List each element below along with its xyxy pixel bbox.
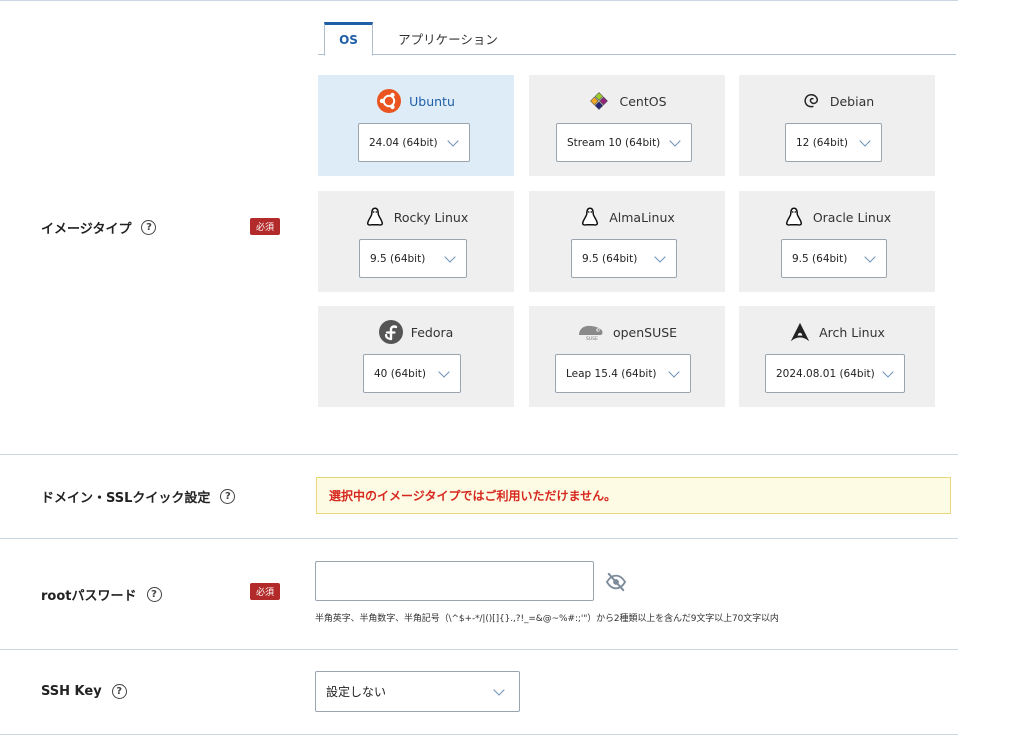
question-circle-icon[interactable]: ? [141,220,157,235]
os-name: Rocky Linux [393,209,469,225]
ssh-key-label: SSH Key ? [41,684,127,699]
os-name: Oracle Linux [812,209,892,225]
divider [0,734,958,735]
os-card-oracle-linux[interactable]: Oracle Linux 9.5 (64bit) [739,191,935,292]
domain-ssl-label: ドメイン・SSLクイック設定 ? [41,487,236,506]
chevron-down-icon [668,366,680,378]
password-hint: 半角英字、半角数字、半角記号（\^$+-*/|()[]{}.,?!_=&@~%#… [315,614,779,624]
arch-logo-icon [790,322,810,342]
fedora-logo-icon [378,320,403,344]
opensuse-logo-icon: SUSE [578,325,603,341]
version-select[interactable]: 2024.08.01 (64bit) [765,354,905,393]
root-password-label: rootパスワード ? [41,585,162,604]
chevron-down-icon [447,135,459,147]
os-card-arch-linux[interactable]: Arch Linux 2024.08.01 (64bit) [739,306,935,407]
os-card-opensuse[interactable]: SUSE openSUSE Leap 15.4 (64bit) [529,306,725,407]
chevron-down-icon [882,366,894,378]
question-circle-icon[interactable]: ? [146,587,162,602]
eye-off-icon[interactable] [605,572,627,592]
chevron-down-icon [669,135,681,147]
question-circle-icon[interactable]: ? [111,684,127,699]
chevron-down-icon [859,135,871,147]
os-card-debian[interactable]: Debian 12 (64bit) [739,75,935,176]
version-select[interactable]: Stream 10 (64bit) [556,123,692,162]
version-select[interactable]: 24.04 (64bit) [358,123,470,162]
os-name: AlmaLinux [609,209,675,225]
os-name: Ubuntu [409,93,455,109]
ssh-key-select[interactable]: 設定しない [315,671,520,712]
unavailable-notice: 選択中のイメージタイプではご利用いただけません。 [316,477,951,514]
image-tabs: OS アプリケーション [318,22,956,56]
os-card-centos[interactable]: CentOS Stream 10 (64bit) [529,75,725,176]
chevron-down-icon [493,684,505,696]
required-badge: 必須 [250,583,280,600]
question-circle-icon[interactable]: ? [220,489,236,504]
version-select[interactable]: 12 (64bit) [785,123,882,162]
chevron-down-icon [438,366,450,378]
chevron-down-icon [444,251,456,263]
version-select[interactable]: 9.5 (64bit) [781,239,887,278]
os-name: openSUSE [612,324,678,340]
centos-logo-icon [590,92,609,110]
os-name: Arch Linux [819,324,885,340]
divider [0,454,958,455]
os-name: Fedora [410,324,454,340]
svg-text:SUSE: SUSE [586,336,598,341]
chevron-down-icon [864,251,876,263]
version-select[interactable]: Leap 15.4 (64bit) [555,354,691,393]
os-name: Debian [829,93,875,109]
divider [0,538,958,539]
debian-logo-icon [804,94,818,108]
linux-penguin-icon [582,207,599,226]
os-card-rocky-linux[interactable]: Rocky Linux 9.5 (64bit) [318,191,514,292]
root-password-input[interactable] [315,561,594,601]
version-select[interactable]: 9.5 (64bit) [571,239,677,278]
ubuntu-logo-icon [377,89,402,113]
os-card-fedora[interactable]: Fedora 40 (64bit) [318,306,514,407]
divider [0,0,958,1]
version-select[interactable]: 40 (64bit) [363,354,461,393]
os-card-ubuntu[interactable]: Ubuntu 24.04 (64bit) [318,75,514,176]
tab-os[interactable]: OS [324,22,373,56]
linux-penguin-icon [785,207,802,226]
divider [0,649,958,650]
tab-applications[interactable]: アプリケーション [378,22,518,55]
linux-penguin-icon [366,207,383,226]
os-card-almalinux[interactable]: AlmaLinux 9.5 (64bit) [529,191,725,292]
image-type-label: イメージタイプ ? [41,218,157,237]
chevron-down-icon [654,251,666,263]
required-badge: 必須 [250,218,280,235]
version-select[interactable]: 9.5 (64bit) [359,239,467,278]
os-name: CentOS [619,93,667,109]
